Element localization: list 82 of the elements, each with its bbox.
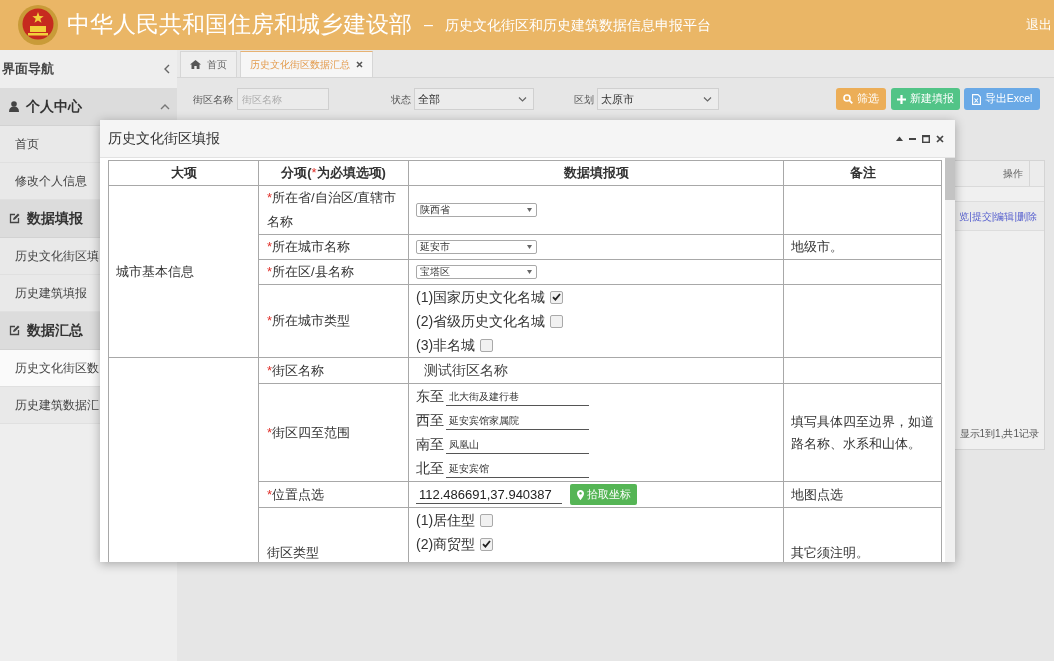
option-label: (2)商贸型 xyxy=(416,534,476,554)
chevron-down-icon xyxy=(703,96,712,102)
edit-icon xyxy=(9,325,20,336)
field-label: 区划 xyxy=(574,92,594,107)
row-action-link[interactable]: 编辑 xyxy=(994,208,1015,224)
scrollbar-thumb[interactable] xyxy=(945,158,955,200)
chevron-left-icon[interactable] xyxy=(164,64,170,74)
home-icon xyxy=(190,60,201,69)
site-title: 中华人民共和国住房和城乡建设部 xyxy=(67,11,412,40)
link-separator: | xyxy=(969,209,972,224)
close-icon[interactable] xyxy=(356,61,363,68)
plus-icon xyxy=(897,94,906,104)
field-label: 东至 xyxy=(416,387,444,406)
user-icon xyxy=(9,101,19,112)
search-icon xyxy=(843,94,853,104)
field-label: *所在区/县名称 xyxy=(267,264,354,279)
caret-up-icon[interactable] xyxy=(896,136,903,141)
field-label: *所在城市名称 xyxy=(267,239,351,254)
chevron-down-icon xyxy=(518,96,527,102)
caret-down-icon xyxy=(527,245,532,249)
column-header: 数据填报项 xyxy=(563,165,629,181)
emblem-icon xyxy=(18,4,58,46)
field-label: 街区类型 xyxy=(267,544,319,560)
maximize-icon[interactable] xyxy=(922,134,930,143)
field-label: *街区四至范围 xyxy=(267,424,351,440)
column-header: 分项(*为必填选项) xyxy=(281,165,386,181)
field-label: 西至 xyxy=(416,411,444,430)
field-label: 南至 xyxy=(416,435,444,454)
option-label: (1)国家历史文化名城 xyxy=(416,287,546,307)
checkmark-icon xyxy=(552,293,562,301)
row-action-link[interactable]: 删除 xyxy=(1017,208,1037,224)
field-label: *位置点选 xyxy=(267,486,325,502)
input-field[interactable]: 延安宾馆 xyxy=(446,459,589,478)
field-label: *街区名称 xyxy=(267,362,325,378)
note-text: 其它须注明。 xyxy=(791,544,869,560)
edit-icon xyxy=(9,213,20,224)
input-field[interactable]: 延安宾馆家属院 xyxy=(446,411,589,430)
column-header: 操作 xyxy=(997,161,1030,186)
field-label: 街区名称 xyxy=(193,92,233,107)
note-text: 地图点选 xyxy=(791,486,843,502)
input-field[interactable]: 街区名称 xyxy=(237,88,329,110)
chevron-up-icon[interactable] xyxy=(160,103,170,110)
dropdown[interactable]: 陕西省 xyxy=(416,203,537,217)
note-text: 地级市。 xyxy=(791,239,843,254)
input-field[interactable]: 北大街及建行巷 xyxy=(446,387,589,406)
option-label: (3)非名城 xyxy=(416,335,476,355)
note-text: 填写具体四至边界，如道路名称、水系和山体。 xyxy=(791,413,934,451)
field-label: *所在城市类型 xyxy=(267,313,351,328)
caret-down-icon xyxy=(527,208,532,212)
minimize-icon[interactable] xyxy=(909,137,916,140)
column-header: 备注 xyxy=(849,165,876,181)
caret-down-icon xyxy=(527,270,532,274)
row-action-link[interactable]: 览 xyxy=(959,208,970,224)
sidebar-section-header[interactable]: 个人中心 xyxy=(0,88,177,126)
sidebar-title: 界面导航 xyxy=(2,60,54,79)
pagination-info: 显示1到1,共1记录 xyxy=(959,427,1040,441)
dropdown[interactable]: 太原市 xyxy=(597,88,719,110)
tab[interactable]: 首页 xyxy=(180,51,237,77)
checkmark-icon xyxy=(482,540,492,548)
dropdown[interactable]: 全部 xyxy=(414,88,534,110)
checkbox[interactable] xyxy=(480,513,494,527)
input-field[interactable]: 凤凰山 xyxy=(446,435,589,454)
platform-subtitle: 历史文化街区和历史建筑数据信息申报平台 xyxy=(444,15,711,35)
input-field[interactable]: 112.486691,37.940387 xyxy=(416,485,562,504)
checkbox[interactable] xyxy=(480,338,494,352)
row-action-link[interactable]: 提交 xyxy=(971,208,992,224)
close-icon[interactable] xyxy=(936,134,944,143)
title-separator: – xyxy=(424,15,433,35)
link-separator: | xyxy=(1014,209,1017,224)
map-pin-icon xyxy=(576,489,584,500)
field-label: 状态 xyxy=(391,92,411,107)
dropdown[interactable]: 延安市 xyxy=(416,240,537,254)
checkbox[interactable] xyxy=(480,537,494,551)
checkbox[interactable] xyxy=(550,314,564,328)
link-separator: | xyxy=(991,209,995,224)
field-label: *所在省/自治区/直辖市名称 xyxy=(267,190,397,229)
option-label: (2)省级历史文化名城 xyxy=(416,311,546,331)
checkbox[interactable] xyxy=(550,290,564,304)
field-label: 北至 xyxy=(416,459,444,478)
file-icon xyxy=(971,93,981,105)
option-label: (1)居住型 xyxy=(416,510,476,530)
dropdown[interactable]: 宝塔区 xyxy=(416,265,537,279)
